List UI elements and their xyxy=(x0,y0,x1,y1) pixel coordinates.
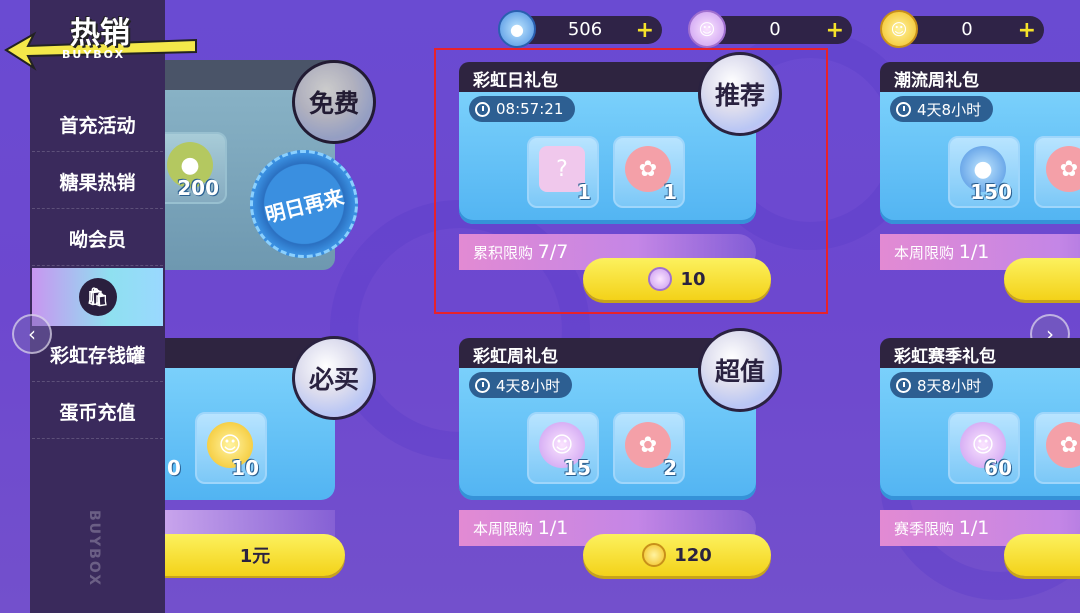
sidebar-item-membership[interactable]: 呦会员 xyxy=(32,212,163,266)
currency-yellow-coin: ☺ 0 + xyxy=(880,10,1044,48)
pack-item-blue-gem: ● 150 xyxy=(948,136,1020,208)
pack-item-flower-bouquet: ✿ 2 xyxy=(613,412,685,484)
highlight-box xyxy=(434,48,828,314)
rainbow-week-pack-card[interactable]: 彩虹周礼包 4天8小时 ☺ 15 ✿ 2 本周限购 1/1 120 超值 xyxy=(459,328,782,598)
sidebar-watermark: BUYBOX xyxy=(86,510,102,588)
card-title: 彩虹周礼包 xyxy=(473,347,558,367)
sidebar: 首充活动 糖果热销 呦会员 🛍 彩虹存钱罐 蛋币充值 BUYBOX xyxy=(30,0,165,613)
flower-bouquet-icon: ✿ xyxy=(1046,146,1080,192)
must-buy-hidden-count: 0 xyxy=(167,456,181,480)
sidebar-item-candy-sale[interactable]: 糖果热销 xyxy=(32,155,163,209)
page-subtitle: BUYBOX xyxy=(62,48,126,61)
add-yellow-coin-button[interactable]: + xyxy=(1018,18,1036,43)
currency-purple-coin: ☺ 0 + xyxy=(688,10,852,48)
add-purple-coin-button[interactable]: + xyxy=(826,18,844,43)
clock-icon xyxy=(896,377,911,393)
chevron-left-icon: ‹ xyxy=(28,322,36,346)
sidebar-item-first-recharge[interactable]: 首充活动 xyxy=(32,98,163,152)
countdown-timer: 8天8小时 xyxy=(890,372,994,398)
must-buy-price-button[interactable]: 1元 xyxy=(165,534,345,576)
buy-rainbow-season-button[interactable] xyxy=(1004,534,1080,576)
sidebar-item-hot-sale-active[interactable]: 🛍 xyxy=(32,268,163,326)
pack-item-flower-bouquet: ✿ xyxy=(1034,412,1080,484)
free-badge: 免费 xyxy=(292,60,376,144)
clock-icon xyxy=(896,101,911,117)
must-buy-item-yellow-coin: ☺ 10 xyxy=(195,412,267,484)
trend-week-pack-card[interactable]: 潮流周礼包 4天8小时 ● 150 ✿ 本周限购 1/1 xyxy=(880,62,1080,312)
buy-trend-week-button[interactable] xyxy=(1004,258,1080,300)
page-title: 热销 xyxy=(70,16,130,51)
countdown-timer: 4天8小时 xyxy=(890,96,994,122)
must-buy-badge: 必买 xyxy=(292,336,376,420)
scroll-left-button[interactable]: ‹ xyxy=(12,314,52,354)
yellow-coin-icon: ☺ xyxy=(880,10,918,48)
pack-item-purple-coin: ☺ 15 xyxy=(527,412,599,484)
card-title: 潮流周礼包 xyxy=(894,71,979,91)
countdown-timer: 4天8小时 xyxy=(469,372,573,398)
free-item-slot: ● 200 xyxy=(165,132,227,204)
great-value-badge: 超值 xyxy=(698,328,782,412)
currency-blue-gem: ● 506 + xyxy=(498,10,662,48)
pack-item-purple-coin: ☺ 60 xyxy=(948,412,1020,484)
clock-icon xyxy=(475,377,490,393)
add-blue-gem-button[interactable]: + xyxy=(636,18,654,43)
pack-item-flower-bouquet: ✿ xyxy=(1034,136,1080,208)
blue-gem-icon: ● xyxy=(498,10,536,48)
buy-rainbow-week-button[interactable]: 120 xyxy=(583,534,771,576)
rainbow-season-pack-card[interactable]: 彩虹赛季礼包 8天8小时 ☺ 60 ✿ 赛季限购 1/1 xyxy=(880,338,1080,588)
card-title: 彩虹赛季礼包 xyxy=(894,347,996,367)
yellow-coin-icon xyxy=(642,543,667,567)
flower-bouquet-icon: ✿ xyxy=(1046,422,1080,468)
sidebar-item-egg-coin-recharge[interactable]: 蛋币充值 xyxy=(32,385,163,439)
purple-coin-icon: ☺ xyxy=(688,10,726,48)
shopping-bag-icon: 🛍 xyxy=(78,278,117,316)
